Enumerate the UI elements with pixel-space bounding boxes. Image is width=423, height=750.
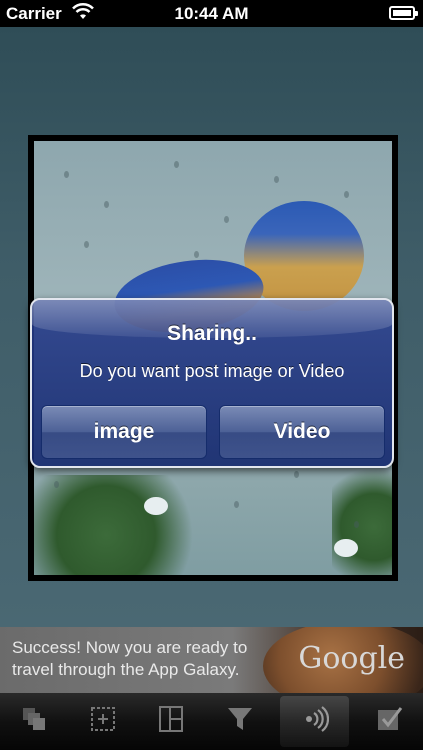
- sharing-alert-dialog: Sharing.. Do you want post image or Vide…: [30, 298, 394, 468]
- raindrop: [294, 471, 299, 478]
- ad-banner[interactable]: Success! Now you are ready to travel thr…: [0, 627, 423, 693]
- alert-message: Do you want post image or Video: [79, 361, 345, 381]
- crop-icon: [88, 704, 118, 739]
- raindrop: [234, 501, 239, 508]
- foliage-shape: [332, 455, 392, 575]
- raindrop: [174, 161, 179, 168]
- tab-layout[interactable]: [137, 693, 206, 750]
- post-image-button[interactable]: image: [41, 405, 207, 459]
- raindrop: [194, 251, 199, 258]
- google-logo: Google: [298, 641, 405, 676]
- raindrop: [274, 176, 279, 183]
- raindrop: [84, 241, 89, 248]
- raindrop: [344, 191, 349, 198]
- layers-icon: [19, 704, 49, 739]
- tab-crop[interactable]: [69, 693, 138, 750]
- alert-title: Sharing..: [167, 322, 257, 345]
- raindrop: [54, 481, 59, 488]
- flower-shape: [144, 497, 168, 515]
- tab-share[interactable]: [280, 696, 349, 747]
- raindrop: [354, 521, 359, 528]
- layout-icon: [156, 704, 186, 739]
- clock: 10:44 AM: [174, 4, 249, 23]
- post-video-button[interactable]: Video: [219, 405, 385, 459]
- battery-icon: [389, 6, 418, 20]
- tab-filter[interactable]: [206, 693, 275, 750]
- foliage-shape: [34, 475, 214, 575]
- flower-shape: [334, 539, 358, 557]
- share-broadcast-icon: [299, 704, 330, 739]
- tab-layers[interactable]: [0, 693, 69, 750]
- photo-editor-canvas: Sharing.. Do you want post image or Vide…: [0, 27, 423, 627]
- raindrop: [64, 171, 69, 178]
- raindrop: [104, 201, 109, 208]
- ad-text: Success! Now you are ready to travel thr…: [12, 638, 248, 679]
- tab-bar: [0, 693, 423, 750]
- status-bar: Carrier 10:44 AM: [0, 0, 423, 27]
- tab-done[interactable]: [355, 693, 423, 750]
- raindrop: [224, 216, 229, 223]
- checkbox-icon: [374, 704, 404, 739]
- filter-icon: [225, 704, 255, 739]
